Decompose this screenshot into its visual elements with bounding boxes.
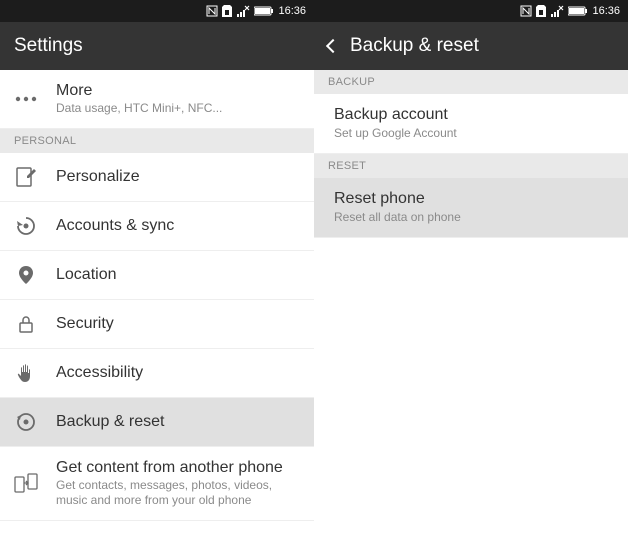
page-title: Settings <box>14 35 83 57</box>
item-accessibility[interactable]: Accessibility <box>0 349 314 398</box>
sim-icon <box>536 5 546 17</box>
item-accounts-sync[interactable]: Accounts & sync <box>0 202 314 251</box>
transfer-icon <box>14 472 38 496</box>
header-settings: Settings <box>0 22 314 70</box>
item-label: Security <box>56 315 114 333</box>
sim-icon <box>222 5 232 17</box>
item-label: More <box>56 82 222 100</box>
phone-settings: 16:36 Settings More Data usage, HTC Mini… <box>0 0 314 557</box>
status-time: 16:36 <box>592 5 620 17</box>
item-sub: Reset all data on phone <box>334 210 461 225</box>
page-title: Backup & reset <box>350 35 479 57</box>
signal-x-icon <box>550 5 564 17</box>
more-icon <box>14 87 38 111</box>
item-reset-phone[interactable]: Reset phone Reset all data on phone <box>314 178 628 238</box>
item-backup-reset[interactable]: Backup & reset <box>0 398 314 447</box>
signal-x-icon <box>236 5 250 17</box>
item-label: Location <box>56 266 117 284</box>
item-sub: Get contacts, messages, photos, videos, … <box>56 478 300 508</box>
item-location[interactable]: Location <box>0 251 314 300</box>
item-security[interactable]: Security <box>0 300 314 349</box>
item-label: Accessibility <box>56 364 143 382</box>
sync-icon <box>14 214 38 238</box>
phone-backup-reset: 16:36 Backup & reset BACKUP Backup accou… <box>314 0 628 557</box>
settings-list: More Data usage, HTC Mini+, NFC... PERSO… <box>0 70 314 557</box>
item-label: Backup & reset <box>56 413 165 431</box>
battery-icon <box>254 6 274 16</box>
item-get-content[interactable]: Get content from another phone Get conta… <box>0 447 314 521</box>
section-personal: PERSONAL <box>0 129 314 153</box>
battery-icon <box>568 6 588 16</box>
hand-icon <box>14 361 38 385</box>
status-bar: 16:36 <box>314 0 628 22</box>
nfc-icon <box>520 5 532 17</box>
status-bar: 16:36 <box>0 0 314 22</box>
item-personalize[interactable]: Personalize <box>0 153 314 202</box>
item-label: Accounts & sync <box>56 217 174 235</box>
item-sub: Data usage, HTC Mini+, NFC... <box>56 101 222 116</box>
item-sub: Set up Google Account <box>334 126 457 141</box>
location-icon <box>14 263 38 287</box>
item-label: Get content from another phone <box>56 459 300 477</box>
item-label: Personalize <box>56 168 140 186</box>
item-label: Reset phone <box>334 190 461 208</box>
item-backup-account[interactable]: Backup account Set up Google Account <box>314 94 628 154</box>
item-label: Backup account <box>334 106 457 124</box>
restore-icon <box>14 410 38 434</box>
item-more[interactable]: More Data usage, HTC Mini+, NFC... <box>0 70 314 129</box>
backup-list: BACKUP Backup account Set up Google Acco… <box>314 70 628 557</box>
section-backup: BACKUP <box>314 70 628 94</box>
back-icon[interactable] <box>326 39 340 53</box>
section-reset: RESET <box>314 154 628 178</box>
status-time: 16:36 <box>278 5 306 17</box>
header-backup: Backup & reset <box>314 22 628 70</box>
personalize-icon <box>14 165 38 189</box>
nfc-icon <box>206 5 218 17</box>
lock-icon <box>14 312 38 336</box>
